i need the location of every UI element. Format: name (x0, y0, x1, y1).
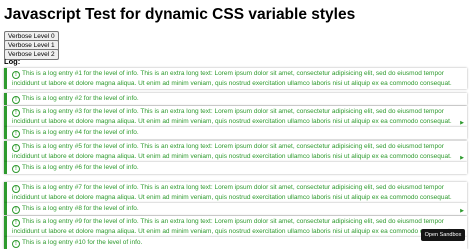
log-entry: ! This is a log entry #5 for the level of… (4, 141, 467, 162)
log-entry-text: This is a log entry #9 for the level of … (12, 218, 452, 235)
log-entry: ! This is a log entry #8 for the level of… (4, 203, 467, 215)
info-icon: ! (12, 240, 20, 248)
log-entry: ! This is a log entry #3 for the level of… (4, 106, 467, 127)
log-entry: ! This is a log entry #4 for the level of… (4, 127, 467, 139)
log-entry: ! This is a log entry #1 for the level of… (4, 68, 467, 89)
log-entry-text: This is a log entry #2 for the level of … (22, 95, 139, 102)
expand-arrow-icon[interactable]: ▶ (460, 155, 464, 161)
log-entry-text: This is a log entry #1 for the level of … (12, 70, 452, 87)
info-icon: ! (12, 71, 20, 79)
info-icon: ! (12, 96, 20, 104)
info-icon: ! (12, 185, 20, 193)
expand-arrow-icon[interactable]: ▶ (460, 208, 464, 214)
log-entry-text: This is a log entry #7 for the level of … (12, 184, 452, 201)
log-entry-text: This is a log entry #3 for the level of … (12, 108, 452, 125)
log-entry-text: This is a log entry #10 for the level of… (22, 239, 143, 246)
log-entry-text: This is a log entry #5 for the level of … (12, 143, 452, 160)
info-icon: ! (12, 144, 20, 152)
info-icon: ! (12, 109, 20, 117)
log-entry-text: This is a log entry #8 for the level of … (22, 205, 139, 212)
expand-arrow-icon[interactable]: ▶ (460, 120, 464, 126)
log-entry: ! This is a log entry #7 for the level of… (4, 182, 467, 203)
info-icon: ! (12, 219, 20, 227)
log-entry: ! This is a log entry #2 for the level of… (4, 93, 467, 105)
log-label: Log: (4, 57, 21, 66)
log-entry-text: This is a log entry #4 for the level of … (22, 129, 139, 136)
log-entry: ! This is a log entry #9 for the level of… (4, 216, 467, 237)
log-entry: ! This is a log entry #6 for the level of… (4, 162, 467, 174)
info-icon: ! (12, 130, 20, 138)
log-entry-text: This is a log entry #6 for the level of … (22, 164, 139, 171)
info-icon: ! (12, 165, 20, 173)
page-title: Javascript Test for dynamic CSS variable… (4, 6, 356, 23)
log-entry: ! This is a log entry #10 for the level o… (4, 237, 467, 249)
open-sandbox-button[interactable]: Open Sandbox (421, 229, 465, 241)
info-icon: ! (12, 206, 20, 214)
